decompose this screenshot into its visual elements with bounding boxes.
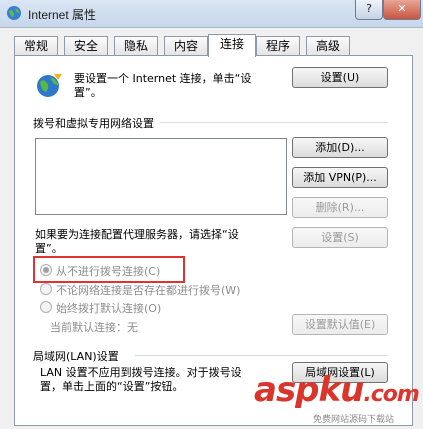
radio-dial-whenever[interactable] <box>40 283 52 295</box>
window-title: Internet 属性 <box>28 8 97 22</box>
lan-description: LAN 设置不应用到拨号连接。对于拨号设 置，单击上面的“设置”按钮。 <box>40 366 290 394</box>
tab-content[interactable]: 内容 <box>164 36 208 55</box>
watermark-suffix: .com <box>363 382 419 407</box>
radio-never-dial-label: 从不进行拨号连接(C) <box>56 265 161 278</box>
watermark-logo: aspku.com <box>254 370 420 410</box>
proxy-settings-button[interactable]: 设置(S) <box>292 227 388 248</box>
tab-privacy[interactable]: 隐私 <box>114 36 158 55</box>
proxy-description: 如果要为连接配置代理服务器，请选择“设 置”。 <box>35 228 285 256</box>
radio-always-dial[interactable] <box>40 301 52 313</box>
proxy-text-line1: 如果要为连接配置代理服务器，请选择“设 <box>35 228 239 241</box>
help-button[interactable]: ? <box>355 0 383 20</box>
watermark-main: aspku <box>254 370 364 410</box>
title-bar: Internet 属性 ? ✕ <box>0 0 423 28</box>
tab-connections[interactable]: 连接 <box>208 34 256 57</box>
lan-heading: 局域网(LAN)设置 <box>33 350 119 363</box>
lan-text-line2: 置，单击上面的“设置”按钮。 <box>40 380 184 393</box>
radio-always-dial-label: 始终拨打默认连接(O) <box>56 302 162 315</box>
delete-button[interactable]: 删除(R)... <box>292 197 388 218</box>
tab-programs[interactable]: 程序 <box>256 36 300 55</box>
setup-text-line2: 置”。 <box>74 86 102 99</box>
internet-globe-icon <box>7 6 21 20</box>
divider <box>160 122 388 123</box>
set-default-button[interactable]: 设置默认值(E) <box>292 314 388 335</box>
radio-never-dial[interactable] <box>40 264 52 276</box>
radio-dial-whenever-label: 不论网络连接是否存在都进行拨号(W) <box>56 284 241 297</box>
lan-text-line1: LAN 设置不应用到拨号连接。对于拨号设 <box>40 366 242 379</box>
tab-advanced[interactable]: 高级 <box>306 36 350 55</box>
proxy-text-line2: 置”。 <box>35 242 63 255</box>
close-button[interactable]: ✕ <box>383 0 421 20</box>
current-default-label: 当前默认连接：无 <box>50 321 138 334</box>
connection-wizard-icon <box>37 74 62 97</box>
setup-button[interactable]: 设置(U) <box>292 67 388 88</box>
tab-general[interactable]: 常规 <box>14 36 58 55</box>
tab-security[interactable]: 安全 <box>64 36 108 55</box>
connections-list[interactable] <box>35 138 287 215</box>
radio-selected-dot <box>43 267 49 273</box>
setup-text-line1: 要设置一个 Internet 连接，单击“设 <box>74 72 252 85</box>
dialup-heading: 拨号和虚拟专用网络设置 <box>33 117 154 130</box>
watermark-subtitle: 免费网站源码下载站 <box>313 415 395 425</box>
add-vpn-button[interactable]: 添加 VPN(P)... <box>292 167 388 188</box>
setup-description: 要设置一个 Internet 连接，单击“设 置”。 <box>74 72 289 100</box>
divider <box>135 355 388 356</box>
add-button[interactable]: 添加(D)... <box>292 137 388 158</box>
